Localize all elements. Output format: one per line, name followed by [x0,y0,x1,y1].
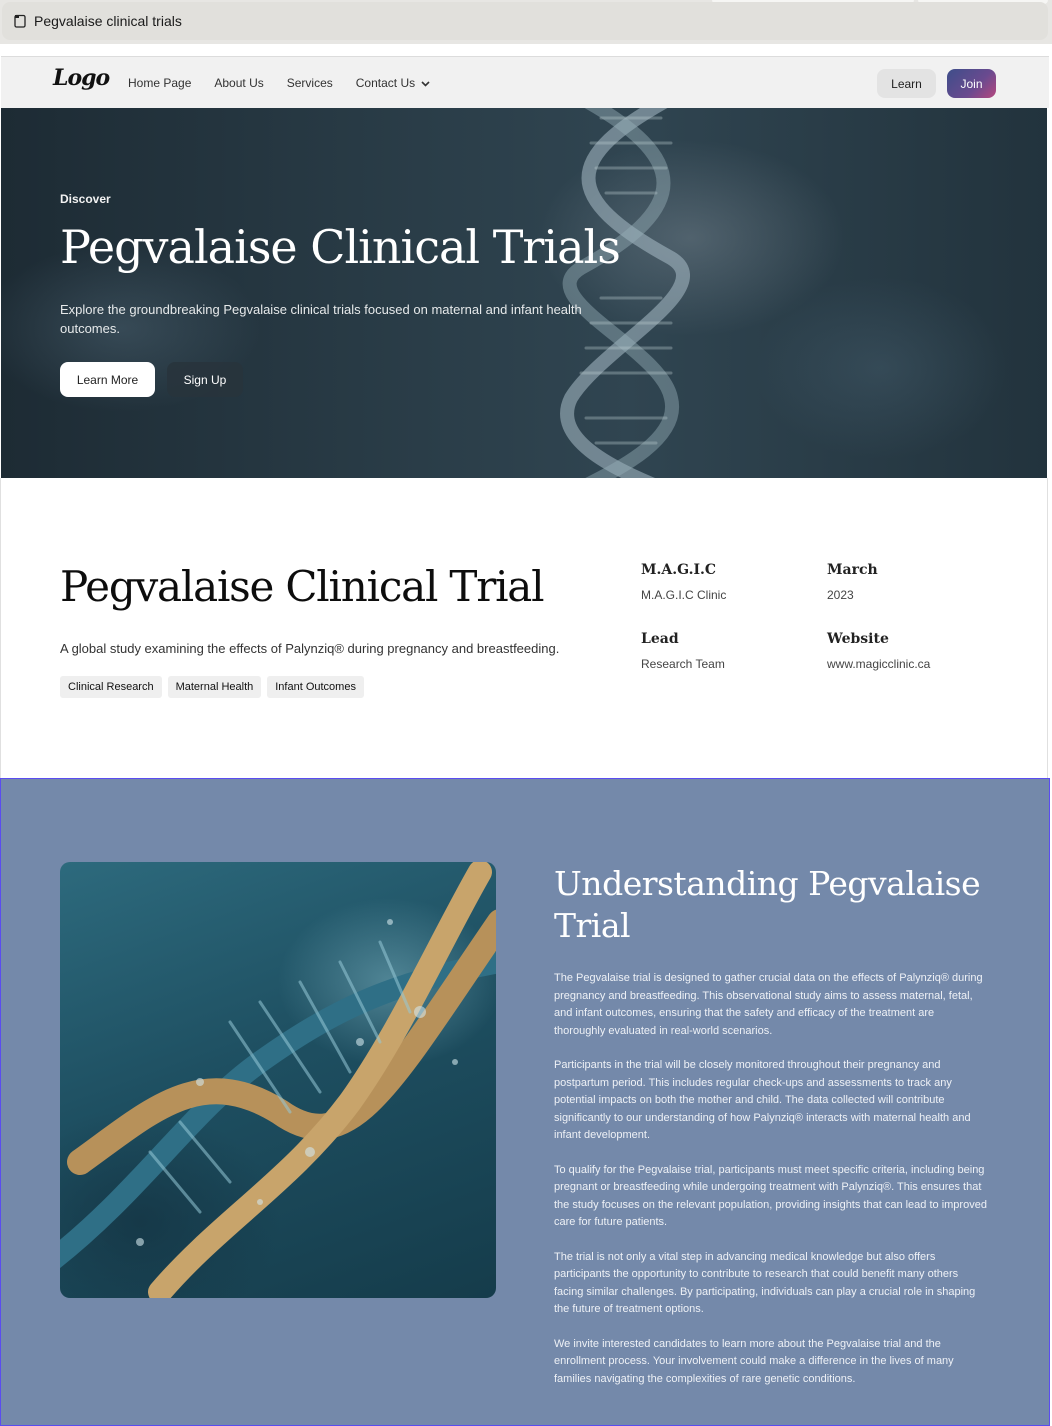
dna-strand-image [60,862,496,1298]
meta-heading: March [827,562,878,578]
tag-maternal-health: Maternal Health [167,676,262,698]
browser-tabstrip: Pegvalaise clinical trials [0,0,1052,44]
paragraph: To qualify for the Pegvalaise trial, par… [554,1163,987,1229]
logo[interactable]: Logo [53,65,110,91]
tab-title: Pegvalaise clinical trials [34,13,182,29]
nav-link-about[interactable]: About Us [214,76,263,90]
hero-section: Discover Pegvalaise Clinical Trials Expl… [1,108,1047,478]
trial-subtitle: A global study examining the effects of … [60,641,560,656]
join-button[interactable]: Join [947,69,996,98]
nav-link-label: Contact Us [355,76,416,90]
navbar: Logo Home Page About Us Services Contact… [1,56,1049,108]
meta-heading: Lead [641,631,679,647]
paragraph: The trial is not only a vital step in ad… [554,1250,976,1316]
meta-value: Research Team [641,657,725,671]
paragraph: We invite interested candidates to learn… [554,1337,954,1385]
tag-list: Clinical Research Maternal Health Infant… [60,676,370,698]
nav-links: Home Page About Us Services Contact Us [128,57,453,109]
nav-link-label: About Us [214,76,264,90]
meta-value: 2023 [827,588,854,602]
nav-link-label: Services [286,76,333,90]
sign-up-button[interactable]: Sign Up [167,362,243,397]
chevron-down-icon [421,76,430,90]
paragraph: Participants in the trial will be closel… [554,1059,971,1141]
nav-link-home[interactable]: Home Page [128,76,191,90]
meta-date: March 2023 [827,562,878,602]
clipboard-icon [14,14,26,28]
hero-kicker: Discover [60,192,111,206]
meta-heading: Website [827,631,889,647]
nav-link-label: Home Page [128,76,192,90]
trial-info-section: Pegvalaise Clinical Trial A global study… [0,478,1048,778]
hero-description: Explore the groundbreaking Pegvalaise cl… [60,302,582,336]
meta-website: Website www.magicclinic.ca [827,631,930,671]
paragraph: The Pegvalaise trial is designed to gath… [554,972,983,1037]
understanding-title: Understanding Pegvalaise Trial [554,864,981,945]
meta-organizer: M.A.G.I.C M.A.G.I.C Clinic [641,562,726,602]
tag-clinical-research: Clinical Research [60,676,162,698]
meta-lead: Lead Research Team [641,631,725,671]
learn-button[interactable]: Learn [877,69,936,98]
website-link[interactable]: www.magicclinic.ca [827,657,930,671]
active-tab[interactable]: Pegvalaise clinical trials [2,2,1048,40]
tag-infant-outcomes: Infant Outcomes [267,676,364,698]
understanding-section: Understanding Pegvalaise Trial The Pegva… [0,778,1050,1426]
trial-title: Pegvalaise Clinical Trial [60,562,545,611]
nav-link-contact-dropdown[interactable]: Contact Us [356,76,430,90]
hero-title: Pegvalaise Clinical Trials [60,220,621,274]
meta-heading: M.A.G.I.C [641,562,717,578]
meta-value: M.A.G.I.C Clinic [641,588,727,602]
learn-more-button[interactable]: Learn More [60,362,155,397]
dna-helix-image [560,108,690,478]
nav-link-services[interactable]: Services [287,76,333,90]
understanding-body: The Pegvalaise trial is designed to gath… [554,970,987,1405]
